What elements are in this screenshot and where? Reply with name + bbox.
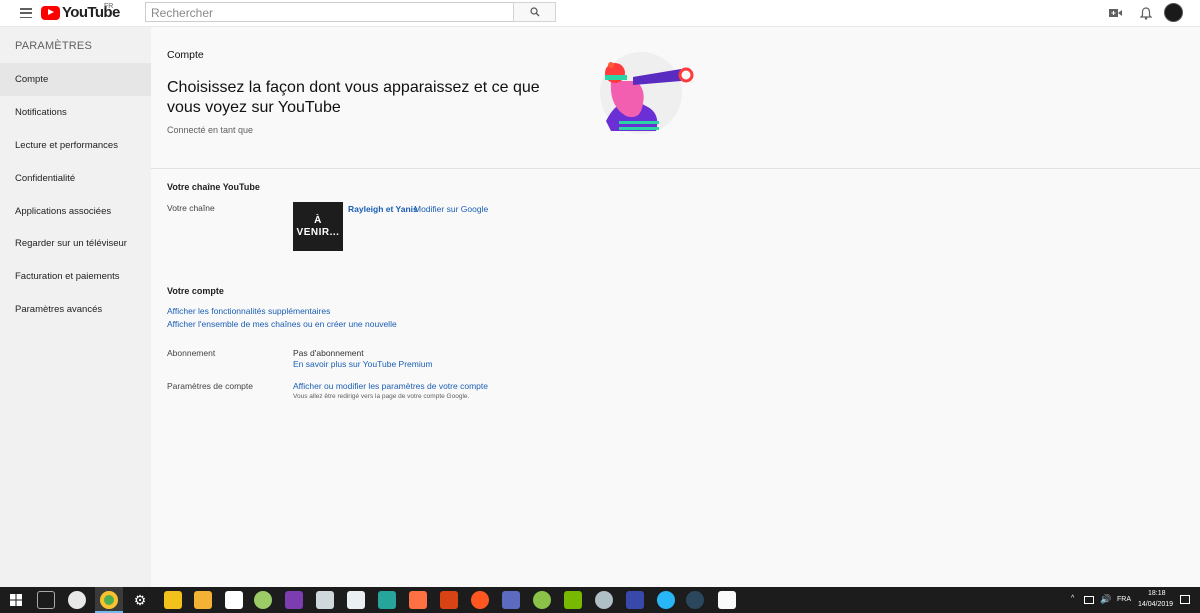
clock-time[interactable]: 18:18 — [1148, 590, 1166, 597]
channel-name-link[interactable]: Rayleigh et Yanis — [348, 204, 418, 214]
settings-main: Compte Choisissez la façon dont vous app… — [151, 27, 1200, 587]
settings-sidebar: PARAMÈTRES Compte Notifications Lecture … — [0, 27, 151, 587]
app-icon-18[interactable] — [595, 591, 613, 609]
menu-icon[interactable] — [20, 8, 32, 18]
sidebar-item-billing[interactable]: Facturation et paiements — [0, 260, 151, 293]
edit-on-google-link[interactable]: Modifier sur Google — [414, 204, 488, 214]
sidebar-title: PARAMÈTRES — [15, 40, 92, 52]
redirect-note: Vous allez être redirigé vers la page de… — [293, 393, 470, 400]
subscription-label: Abonnement — [167, 348, 216, 358]
windows-taskbar: ⚙ ^ 🔊 FRA 18:18 14/04/2019 — [0, 587, 1200, 613]
clock-date[interactable]: 14/04/2019 — [1138, 601, 1173, 608]
steam-icon[interactable] — [686, 591, 704, 609]
thumb-line2: VENIR... — [296, 226, 340, 238]
youtube-play-icon — [41, 5, 60, 20]
nvidia-icon[interactable] — [564, 591, 582, 609]
onenote-icon[interactable] — [285, 591, 303, 609]
search-input[interactable]: Rechercher — [145, 2, 514, 22]
language-indicator[interactable]: FRA — [1117, 596, 1131, 603]
sidebar-item-tv[interactable]: Regarder sur un téléviseur — [0, 227, 151, 260]
volume-icon[interactable]: 🔊 — [1100, 594, 1111, 605]
channel-thumbnail[interactable]: À VENIR... — [293, 202, 343, 251]
app-icon-11[interactable] — [378, 591, 396, 609]
account-section-title: Votre compte — [167, 286, 224, 296]
chrome-icon[interactable] — [100, 591, 118, 609]
app-icon-22[interactable] — [718, 591, 736, 609]
country-code: FR — [104, 3, 114, 10]
channel-label: Votre chaîne — [167, 203, 215, 213]
subscription-value: Pas d'abonnement — [293, 348, 364, 358]
youtube-premium-link[interactable]: En savoir plus sur YouTube Premium — [293, 359, 433, 369]
all-channels-link[interactable]: Afficher l'ensemble de mes chaînes ou en… — [167, 319, 397, 329]
sidebar-item-connected-apps[interactable]: Applications associées — [0, 195, 151, 228]
sidebar-item-notifications[interactable]: Notifications — [0, 96, 151, 129]
connected-as-text: Connecté en tant que — [167, 125, 254, 135]
settings-gear-icon[interactable]: ⚙ — [131, 591, 149, 609]
account-avatar[interactable] — [1164, 3, 1183, 22]
top-bar: YouTube FR Rechercher — [0, 0, 1200, 27]
app-icon-12[interactable] — [409, 591, 427, 609]
app-icon-14[interactable] — [471, 591, 489, 609]
security-shield-icon[interactable] — [225, 591, 243, 609]
notifications-bell-icon[interactable] — [1137, 4, 1155, 22]
thumb-line1: À — [314, 214, 322, 226]
action-center-icon[interactable] — [1180, 595, 1190, 604]
search-icon — [529, 7, 539, 17]
app-icon-13[interactable] — [440, 591, 458, 609]
create-video-icon[interactable] — [1107, 4, 1125, 22]
sidebar-item-advanced[interactable]: Paramètres avancés — [0, 293, 151, 326]
account-header: Compte Choisissez la façon dont vous app… — [151, 27, 1200, 169]
extra-features-link[interactable]: Afficher les fonctionnalités supplémenta… — [167, 306, 330, 316]
account-settings-link[interactable]: Afficher ou modifier les paramètres de v… — [293, 381, 488, 391]
windows-start-icon[interactable] — [10, 594, 22, 606]
app-icon-16[interactable] — [533, 591, 551, 609]
battery-icon[interactable] — [1084, 596, 1094, 604]
telescope-illustration — [600, 52, 694, 134]
sidebar-item-playback[interactable]: Lecture et performances — [0, 129, 151, 162]
account-settings-label: Paramètres de compte — [167, 381, 253, 391]
tray-chevron-icon[interactable]: ^ — [1071, 595, 1074, 602]
task-view-icon[interactable] — [37, 591, 55, 609]
channel-section-title: Votre chaîne YouTube — [167, 182, 260, 192]
app-icon-1[interactable] — [68, 591, 86, 609]
app-icon-4[interactable] — [164, 591, 182, 609]
app-icon-19[interactable] — [626, 591, 644, 609]
app-icon-15[interactable] — [502, 591, 520, 609]
search-button[interactable] — [513, 2, 556, 22]
file-explorer-icon[interactable] — [194, 591, 212, 609]
app-icon-7[interactable] — [254, 591, 272, 609]
sidebar-item-compte[interactable]: Compte — [0, 63, 151, 96]
app-icon-20[interactable] — [657, 591, 675, 609]
section-title: Compte — [167, 49, 204, 61]
app-icon-10[interactable] — [347, 591, 365, 609]
app-icon-9[interactable] — [316, 591, 334, 609]
page-headline: Choisissez la façon dont vous apparaisse… — [167, 79, 540, 116]
sidebar-item-privacy[interactable]: Confidentialité — [0, 162, 151, 195]
